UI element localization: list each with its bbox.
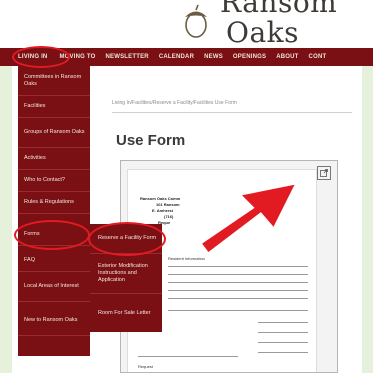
menu-item-faq[interactable]: FAQ — [18, 250, 90, 272]
annotation-ring-living-in — [12, 46, 70, 68]
nav-about[interactable]: ABOUT — [276, 54, 298, 60]
annotation-ring-forms — [14, 220, 90, 250]
doc-rule — [138, 356, 238, 357]
menu-item-who-to-contact[interactable]: Who to Contact? — [18, 170, 90, 192]
menu-item-rules[interactable]: Rules & Regulations — [18, 192, 90, 214]
doc-heading-3: E. Amherst — [152, 208, 173, 213]
menu-item-committees[interactable]: Committees in Ransom Oaks — [18, 66, 90, 96]
living-in-dropdown: Committees in Ransom Oaks Facilities Gro… — [18, 66, 90, 356]
acorn-logo-icon[interactable] — [181, 4, 211, 40]
doc-rule — [168, 298, 308, 299]
nav-openings[interactable]: OPENINGS — [233, 54, 266, 60]
nav-news[interactable]: NEWS — [204, 54, 223, 60]
doc-rule — [168, 290, 308, 291]
doc-heading-1: Ransom Oaks Comm — [140, 196, 181, 201]
annotation-ring-reserve-facility — [88, 222, 166, 256]
doc-request-label: Request — [138, 364, 153, 369]
open-external-button[interactable] — [317, 166, 331, 180]
doc-heading-4: (716) — [164, 214, 174, 219]
site-logo-text[interactable]: Ransom Oaks — [220, 0, 337, 48]
doc-rule — [258, 352, 308, 353]
nav-calendar[interactable]: CALENDAR — [159, 54, 194, 60]
logo-line2: Oaks — [226, 16, 299, 49]
nav-contact[interactable]: CONT — [309, 54, 327, 60]
doc-rule — [258, 332, 308, 333]
menu-item-new-to-ransom-oaks[interactable]: New to Ransom Oaks — [18, 306, 90, 336]
menu-item-groups[interactable]: Groups of Ransom Oaks — [18, 118, 90, 148]
doc-rule — [258, 342, 308, 343]
doc-rule — [168, 266, 308, 267]
nav-newsletter[interactable]: NEWSLETTER — [106, 54, 149, 60]
submenu-item-room-for-sale[interactable]: Room For Sale Letter — [90, 298, 162, 328]
menu-item-activities[interactable]: Activities — [18, 148, 90, 170]
doc-rule — [258, 322, 308, 323]
menu-item-facilities[interactable]: Facilities — [18, 96, 90, 118]
menu-item-local-areas[interactable]: Local Areas of Interest — [18, 272, 90, 302]
breadcrumb-divider — [112, 112, 352, 113]
annotation-arrow-icon — [202, 184, 295, 252]
site-header: Ransom Oaks — [0, 0, 373, 48]
doc-rule — [168, 310, 308, 311]
submenu-item-exterior-modification[interactable]: Exterior Modification Instructions and A… — [90, 254, 162, 294]
breadcrumb[interactable]: Living In/Facilities/Reserve a Facility/… — [112, 100, 237, 106]
open-external-icon — [320, 169, 328, 177]
doc-rule — [168, 282, 308, 283]
doc-rule — [168, 274, 308, 275]
page-title: Use Form — [116, 132, 186, 149]
